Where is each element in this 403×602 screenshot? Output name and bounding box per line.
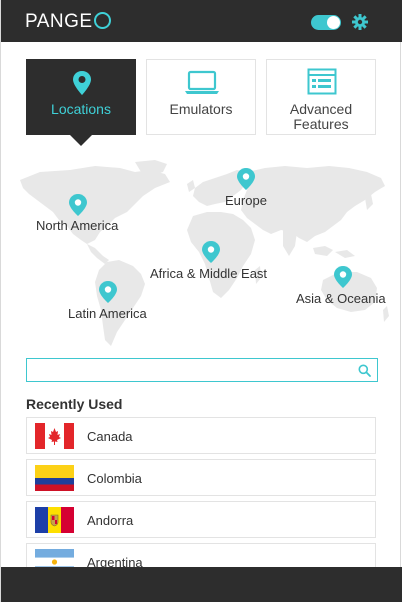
active-tab-pointer — [70, 135, 92, 146]
toggle-knob — [327, 16, 340, 29]
list-item-argentina[interactable]: Argentina — [26, 543, 376, 567]
colombia-flag-icon — [35, 465, 74, 491]
argentina-flag-icon — [35, 549, 74, 567]
recent-country-list: Canada Colombia Andorra Argentina — [26, 417, 376, 567]
region-europe[interactable]: Europe — [225, 193, 267, 208]
tab-label-line2: Features — [293, 116, 349, 132]
footer-bar — [1, 567, 402, 602]
tab-emulators[interactable]: Emulators — [146, 59, 256, 135]
country-name: Andorra — [87, 513, 134, 528]
laptop-icon — [185, 70, 219, 94]
country-name: Colombia — [87, 471, 142, 486]
gear-icon[interactable] — [352, 14, 368, 30]
search-input[interactable] — [31, 361, 351, 379]
region-africa-middle-east[interactable]: Africa & Middle East — [150, 266, 267, 281]
app-logo: PANGE — [25, 11, 111, 33]
list-item-canada[interactable]: Canada — [26, 417, 376, 454]
tab-label: Locations — [51, 101, 111, 117]
tab-label-line1: Advanced — [289, 101, 353, 117]
country-name: Argentina — [87, 555, 143, 567]
andorra-flag-icon — [35, 507, 74, 533]
search-icon[interactable] — [358, 364, 371, 377]
header-bar: PANGE — [1, 0, 402, 42]
vpn-toggle[interactable] — [311, 15, 341, 30]
tab-locations[interactable]: Locations — [26, 59, 136, 135]
country-name: Canada — [87, 429, 133, 444]
list-item-andorra[interactable]: Andorra — [26, 501, 376, 538]
app-window: PANGE Locations Emulators Advanced Featu… — [0, 0, 402, 602]
tab-advanced-features[interactable]: Advanced Features — [266, 59, 376, 135]
tab-label: Emulators — [169, 101, 233, 117]
region-latin-america[interactable]: Latin America — [68, 306, 147, 321]
search-box — [26, 358, 378, 382]
location-pin-icon — [73, 71, 91, 95]
world-map: North America Europe Africa & Middle Eas… — [15, 160, 391, 350]
region-north-america[interactable]: North America — [36, 218, 118, 233]
list-item-colombia[interactable]: Colombia — [26, 459, 376, 496]
world-map-shape — [20, 160, 389, 346]
canada-flag-icon — [35, 423, 74, 449]
region-asia-oceania[interactable]: Asia & Oceania — [296, 291, 386, 306]
browser-window-icon — [307, 68, 337, 95]
recently-used-heading: Recently Used — [26, 396, 123, 412]
